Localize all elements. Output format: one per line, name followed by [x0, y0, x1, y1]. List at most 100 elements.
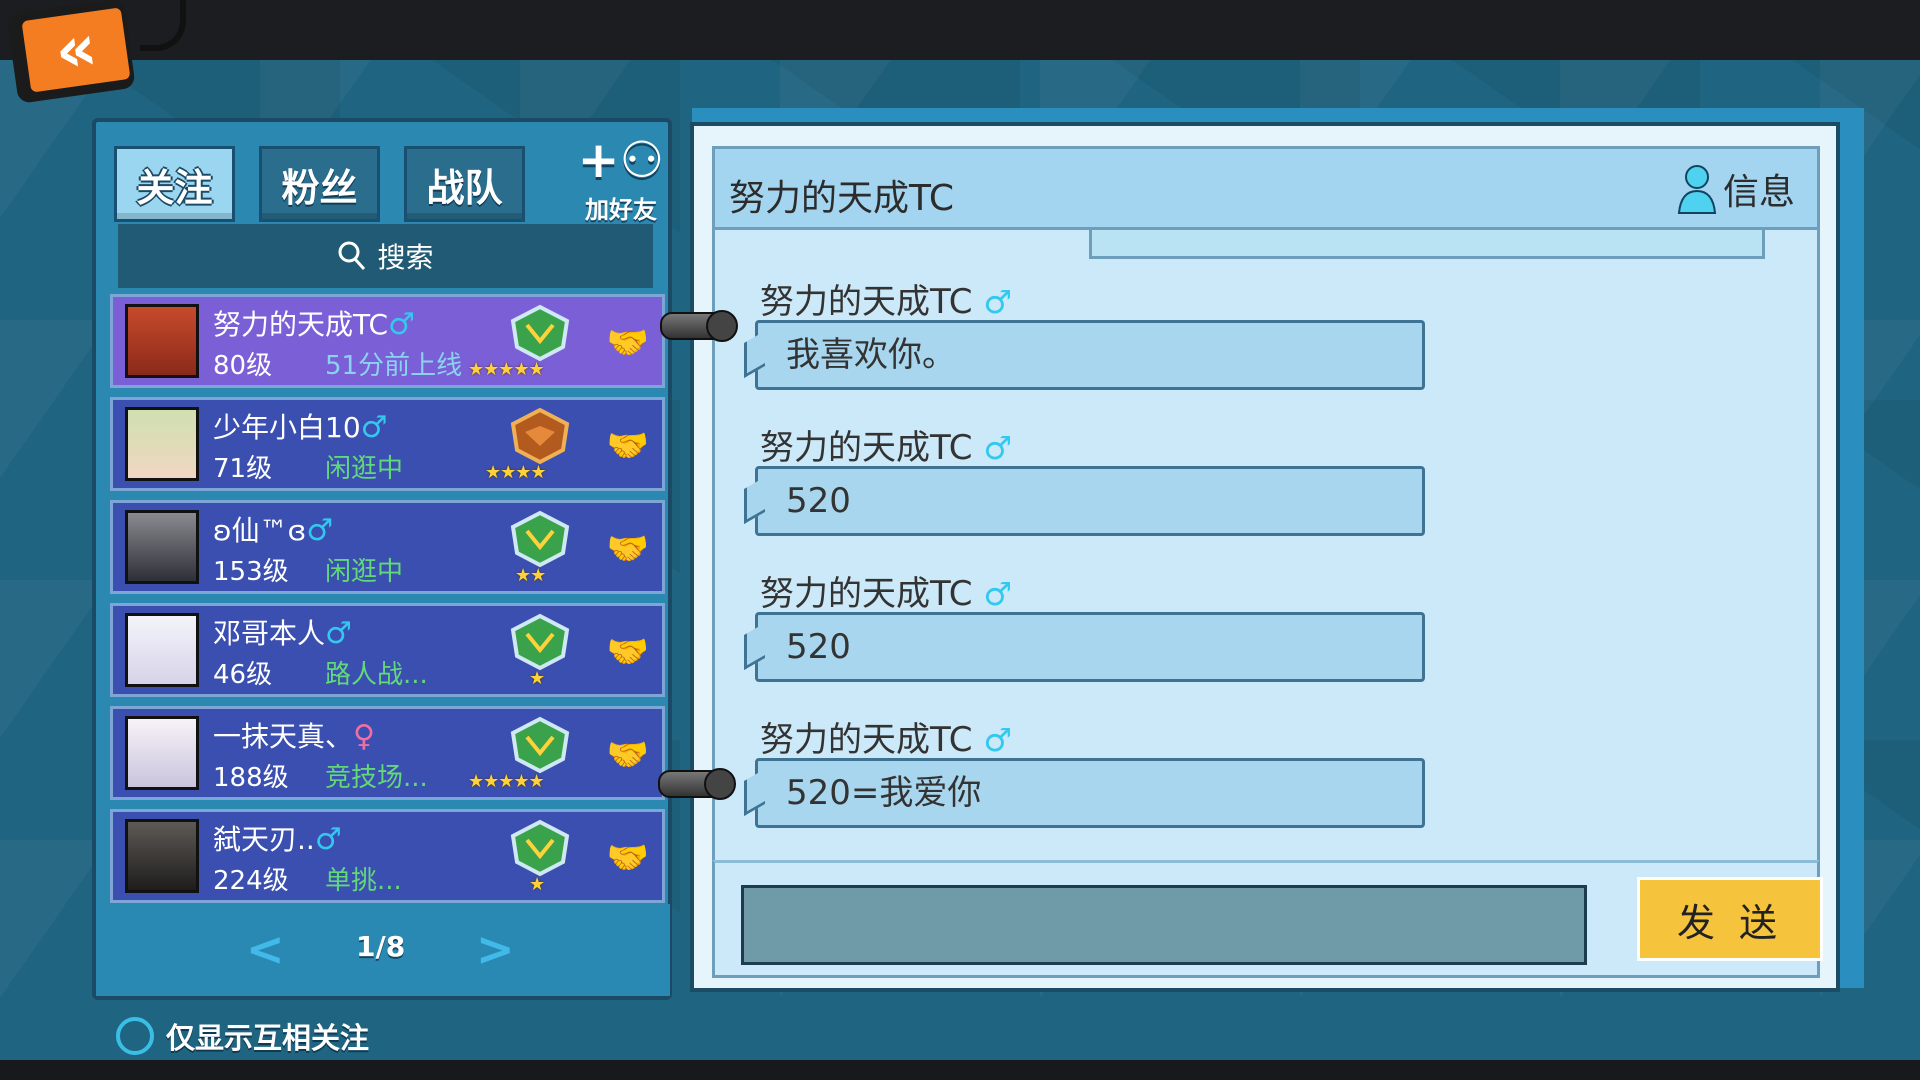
- rank-badge-icon: [510, 407, 570, 465]
- binder-ring-icon: [658, 768, 736, 800]
- handshake-icon[interactable]: 🤝: [603, 525, 653, 573]
- handshake-icon[interactable]: 🤝: [603, 422, 653, 470]
- tab-fans[interactable]: 粉丝: [259, 146, 380, 222]
- male-icon: ♂: [983, 429, 1013, 467]
- friend-row[interactable]: 弑天刃..♂ 224级 单挑... ★ 🤝: [110, 809, 665, 903]
- friend-level: 153级: [213, 557, 289, 587]
- friend-level: 46级: [213, 660, 273, 690]
- avatar[interactable]: [125, 613, 199, 687]
- friend-level: 188级: [213, 763, 289, 793]
- friend-list: 努力的天成TC♂ 80级 51分前上线 ★★★★★ 🤝 少年小白10♂ 71级 …: [110, 294, 665, 912]
- rank-stars: ★★★★: [485, 462, 547, 483]
- friend-name: 一抹天真、: [213, 720, 354, 753]
- avatar[interactable]: [125, 716, 199, 790]
- friend-status: 路人战...: [325, 660, 428, 690]
- friend-status: 闲逛中: [325, 454, 404, 484]
- rank-stars: ★★★★★: [468, 359, 545, 380]
- male-icon: ♂: [983, 283, 1013, 321]
- chat-messages[interactable]: 努力的天成TC ♂ 我喜欢你。 努力的天成TC ♂ 520 努力的天成TC ♂ …: [712, 230, 1820, 860]
- tab-follow[interactable]: 关注: [114, 146, 235, 222]
- search-input[interactable]: 搜索: [118, 224, 653, 288]
- message-bubble: 520: [755, 466, 1425, 536]
- friend-name-line: 弑天刃..♂: [213, 818, 342, 858]
- friends-panel: 关注 粉丝 战队 +⚇ 加好友 搜索 努力的天成TC♂ 80级 51分前上线 ★…: [92, 118, 672, 1000]
- add-friend-label: 加好友: [585, 196, 657, 224]
- mutual-only-label: 仅显示互相关注: [166, 1021, 370, 1055]
- friend-status: 竞技场...: [325, 763, 428, 793]
- info-button[interactable]: 信息: [1677, 163, 1795, 215]
- chat-header: 努力的天成TC 信息: [712, 146, 1820, 230]
- rank-badge-icon: [510, 304, 570, 362]
- male-icon: ♂: [325, 616, 352, 651]
- friend-name-line: 邓哥本人♂: [213, 612, 352, 652]
- female-icon: ♀: [353, 719, 375, 754]
- friend-row[interactable]: ʚ仙™ɞ♂ 153级 闲逛中 ★★ 🤝: [110, 500, 665, 594]
- friend-name: 努力的天成TC: [213, 308, 389, 341]
- double-chevron-left-icon: «: [50, 10, 102, 90]
- friend-name-line: 一抹天真、♀: [213, 715, 375, 755]
- avatar[interactable]: [125, 407, 199, 481]
- handshake-icon[interactable]: 🤝: [603, 731, 653, 779]
- add-user-icon: +⚇: [577, 131, 665, 189]
- message-sender: 努力的天成TC ♂: [760, 712, 1012, 761]
- handshake-icon[interactable]: 🤝: [603, 628, 653, 676]
- add-friend-button[interactable]: +⚇ 加好友: [576, 130, 666, 225]
- next-page-button[interactable]: >: [476, 922, 515, 976]
- message-sender: 努力的天成TC ♂: [760, 566, 1012, 615]
- friend-name-line: 少年小白10♂: [213, 406, 388, 446]
- mutual-only-toggle[interactable]: 仅显示互相关注: [116, 1015, 369, 1057]
- male-icon: ♂: [360, 410, 388, 445]
- prev-page-button[interactable]: <: [246, 922, 285, 976]
- message-sender: 努力的天成TC ♂: [760, 420, 1012, 469]
- message-bubble: 520=我爱你: [755, 758, 1425, 828]
- partial-message-bubble: [1089, 230, 1765, 259]
- friend-level: 71级: [213, 454, 273, 484]
- message-bubble: 我喜欢你。: [755, 320, 1425, 390]
- friend-name: 邓哥本人: [213, 617, 326, 650]
- male-icon: ♂: [983, 575, 1013, 613]
- pagination: < 1/8 >: [96, 904, 670, 996]
- friend-level: 80级: [213, 351, 273, 381]
- rank-stars: ★: [529, 668, 545, 689]
- friend-name-line: 努力的天成TC♂: [213, 303, 415, 343]
- avatar[interactable]: [125, 304, 199, 378]
- male-icon: ♂: [306, 513, 334, 548]
- friend-name: 少年小白10: [213, 411, 361, 444]
- message-input[interactable]: [741, 885, 1587, 965]
- friend-row[interactable]: 一抹天真、♀ 188级 竞技场... ★★★★★ 🤝: [110, 706, 665, 800]
- friend-name: ʚ仙™ɞ: [213, 514, 307, 547]
- sender-name: 努力的天成TC: [760, 282, 973, 322]
- rank-badge-icon: [510, 613, 570, 671]
- search-placeholder: 搜索: [377, 241, 434, 274]
- sender-name: 努力的天成TC: [760, 574, 973, 614]
- friend-name-line: ʚ仙™ɞ♂: [213, 509, 333, 549]
- male-icon: ♂: [314, 822, 342, 857]
- friend-row[interactable]: 邓哥本人♂ 46级 路人战... ★ 🤝: [110, 603, 665, 697]
- message-sender: 努力的天成TC ♂: [760, 274, 1012, 323]
- send-button[interactable]: 发 送: [1637, 877, 1823, 961]
- radio-button[interactable]: [116, 1017, 154, 1055]
- info-label: 信息: [1722, 172, 1795, 213]
- rank-stars: ★★: [515, 565, 546, 586]
- handshake-icon[interactable]: 🤝: [603, 834, 653, 882]
- back-button[interactable]: «: [16, 2, 136, 98]
- male-icon: ♂: [983, 721, 1013, 759]
- chat-title: 努力的天成TC: [729, 178, 955, 219]
- friend-row[interactable]: 少年小白10♂ 71级 闲逛中 ★★★★ 🤝: [110, 397, 665, 491]
- friends-tabs: 关注 粉丝 战队: [114, 146, 525, 222]
- rank-stars: ★: [529, 874, 545, 895]
- rank-badge-icon: [510, 819, 570, 877]
- binder-ring-icon: [660, 310, 738, 342]
- friend-row[interactable]: 努力的天成TC♂ 80级 51分前上线 ★★★★★ 🤝: [110, 294, 665, 388]
- avatar[interactable]: [125, 510, 199, 584]
- avatar[interactable]: [125, 819, 199, 893]
- friend-status: 单挑...: [325, 866, 402, 896]
- bottom-bar: [0, 1060, 1920, 1080]
- handshake-icon[interactable]: 🤝: [603, 319, 653, 367]
- tab-team[interactable]: 战队: [404, 146, 525, 222]
- chat-panel: 努力的天成TC 信息 努力的天成TC ♂ 我喜欢你。 努力的天成TC ♂ 520…: [690, 122, 1840, 992]
- rank-badge-icon: [510, 510, 570, 568]
- sender-name: 努力的天成TC: [760, 720, 973, 760]
- rank-stars: ★★★★★: [468, 771, 545, 792]
- friend-status: 51分前上线: [325, 351, 463, 381]
